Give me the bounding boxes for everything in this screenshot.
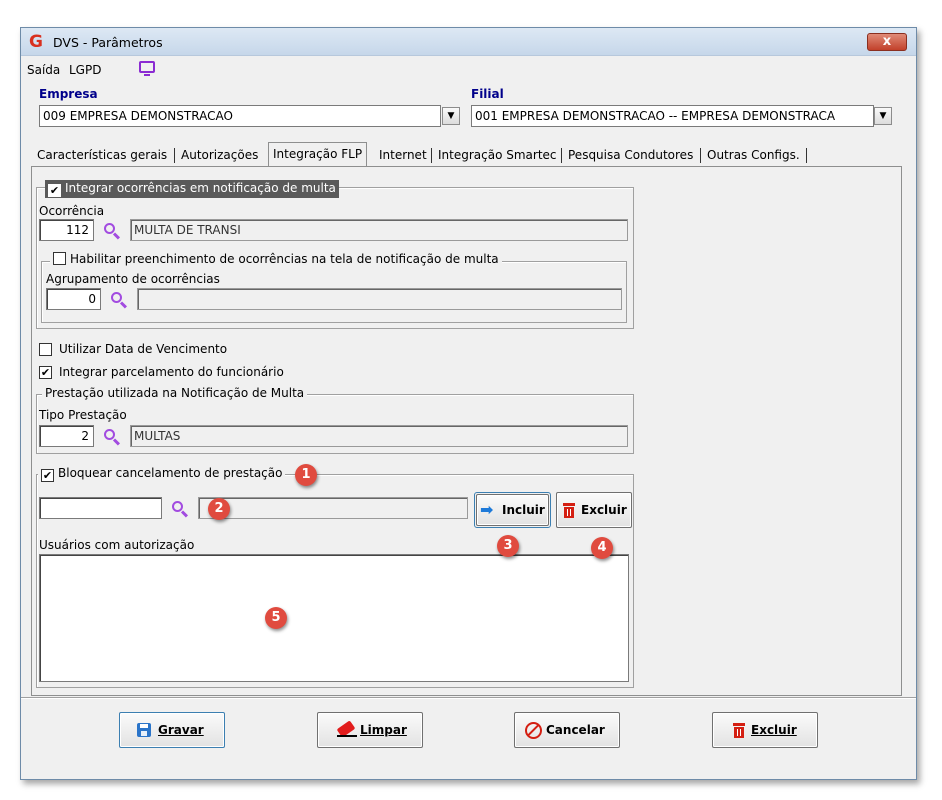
limpar-button-label: Limpar — [360, 723, 407, 737]
search-icon[interactable] — [103, 428, 121, 446]
ocorrencia-description: MULTA DE TRANSI — [130, 219, 628, 241]
chevron-down-icon: ▼ — [447, 111, 455, 121]
app-logo-icon: G — [29, 32, 43, 52]
footer-divider — [21, 697, 916, 698]
gravar-button[interactable]: Gravar — [119, 712, 225, 748]
filial-label: Filial — [471, 87, 504, 101]
monitor-icon[interactable] — [139, 61, 155, 76]
incluir-button[interactable]: ➡ Incluir — [476, 494, 549, 526]
cancelar-button-label: Cancelar — [546, 723, 605, 737]
ocorrencia-code-input[interactable]: 112 — [39, 219, 94, 241]
search-icon[interactable] — [110, 291, 128, 309]
menu-bar: Saída LGPD — [21, 57, 916, 79]
menu-lgpd[interactable]: LGPD — [69, 63, 101, 77]
cancelar-button[interactable]: Cancelar — [514, 712, 620, 748]
agrupamento-label: Agrupamento de ocorrências — [46, 272, 220, 286]
tab-separator — [431, 148, 432, 163]
incluir-button-frame: ➡ Incluir — [474, 492, 551, 528]
integrar-ocorrencias-label: Integrar ocorrências em notificação de m… — [65, 181, 336, 195]
limpar-button[interactable]: Limpar — [317, 712, 423, 748]
empresa-value: 009 EMPRESA DEMONSTRACAO — [43, 109, 233, 123]
save-icon — [137, 723, 151, 737]
usuarios-label: Usuários com autorização — [39, 538, 195, 552]
excluir-user-button-label: Excluir — [581, 503, 627, 517]
filial-value: 001 EMPRESA DEMONSTRACAO -- EMPRESA DEMO… — [475, 109, 836, 123]
bloquear-cancelamento-checkbox[interactable]: ✔ — [41, 469, 54, 482]
integrar-ocorrencias-header[interactable]: ✔ Integrar ocorrências em notificação de … — [45, 180, 339, 198]
tab-separator — [561, 148, 562, 163]
bloquear-cancelamento-header[interactable]: ✔ Bloquear cancelamento de prestação — [38, 466, 286, 482]
agrupamento-code-input[interactable]: 0 — [46, 288, 101, 310]
arrow-right-icon: ➡ — [480, 500, 494, 519]
annotation-badge-3: 3 — [497, 535, 519, 557]
annotation-badge-4: 4 — [591, 537, 613, 559]
tab-autorizacoes[interactable]: Autorizações — [177, 144, 262, 166]
usuarios-listbox[interactable] — [39, 554, 629, 682]
title-bar[interactable]: G DVS - Parâmetros x — [21, 28, 916, 56]
tab-separator — [174, 148, 175, 163]
window-title: DVS - Parâmetros — [53, 35, 163, 50]
habilitar-preenchimento-header[interactable]: Habilitar preenchimento de ocorrências n… — [50, 252, 502, 266]
tab-integracao-smartec[interactable]: Integração Smartec — [434, 144, 561, 166]
usuario-description — [198, 497, 468, 519]
tipo-prestacao-label: Tipo Prestação — [39, 408, 127, 422]
tab-page-integracao-flp: ✔ Integrar ocorrências em notificação de … — [31, 166, 902, 696]
gravar-button-label: Gravar — [158, 723, 204, 737]
empresa-label: Empresa — [39, 87, 98, 101]
excluir-button[interactable]: Excluir — [712, 712, 818, 748]
empresa-dropdown-button[interactable]: ▼ — [442, 107, 460, 125]
tab-pesquisa-condutores[interactable]: Pesquisa Condutores — [564, 144, 697, 166]
tab-outras-configs[interactable]: Outras Configs. — [703, 144, 804, 166]
excluir-button-label: Excluir — [751, 723, 797, 737]
integrar-parcelamento-checkbox[interactable]: ✔ — [39, 366, 52, 379]
ocorrencia-label: Ocorrência — [39, 204, 105, 218]
trash-icon — [563, 503, 575, 518]
close-icon: x — [882, 34, 892, 49]
tipo-prestacao-code-input[interactable]: 2 — [39, 425, 94, 447]
menu-saida[interactable]: Saída — [27, 63, 60, 77]
chevron-down-icon: ▼ — [879, 111, 887, 121]
empresa-select[interactable]: 009 EMPRESA DEMONSTRACAO — [39, 105, 441, 127]
tab-integracao-flp[interactable]: Integração FLP — [268, 142, 368, 166]
search-icon[interactable] — [103, 222, 121, 240]
search-icon[interactable] — [171, 500, 189, 518]
integrar-ocorrencias-checkbox[interactable]: ✔ — [48, 184, 61, 197]
agrupamento-description — [137, 288, 622, 310]
tab-separator — [700, 148, 701, 163]
usuario-code-input[interactable] — [39, 497, 162, 519]
excluir-user-button[interactable]: Excluir — [556, 492, 632, 528]
prestacao-group-label: Prestação utilizada na Notificação de Mu… — [42, 386, 308, 400]
filial-select[interactable]: 001 EMPRESA DEMONSTRACAO -- EMPRESA DEMO… — [471, 105, 874, 127]
utilizar-data-label: Utilizar Data de Vencimento — [59, 342, 228, 356]
cancel-icon — [525, 722, 542, 739]
tab-internet[interactable]: Internet — [375, 144, 431, 166]
annotation-badge-2: 2 — [208, 498, 230, 520]
parametros-window: G DVS - Parâmetros x Saída LGPD Empresa … — [20, 27, 917, 780]
habilitar-preenchimento-label: Habilitar preenchimento de ocorrências n… — [70, 252, 499, 266]
annotation-badge-5: 5 — [265, 607, 287, 629]
integrar-parcelamento-label: Integrar parcelamento do funcionário — [59, 365, 284, 379]
filial-dropdown-button[interactable]: ▼ — [874, 107, 892, 125]
utilizar-data-checkbox[interactable] — [39, 343, 52, 356]
tipo-prestacao-description: MULTAS — [130, 425, 628, 447]
trash-icon — [733, 723, 745, 738]
incluir-button-label: Incluir — [502, 503, 545, 517]
tab-caracteristicas-gerais[interactable]: Características gerais — [33, 144, 171, 166]
bloquear-cancelamento-label: Bloquear cancelamento de prestação — [58, 466, 283, 480]
habilitar-preenchimento-checkbox[interactable] — [53, 252, 66, 265]
annotation-badge-1: 1 — [295, 464, 317, 486]
tab-separator — [806, 148, 807, 163]
close-button[interactable]: x — [867, 33, 907, 51]
